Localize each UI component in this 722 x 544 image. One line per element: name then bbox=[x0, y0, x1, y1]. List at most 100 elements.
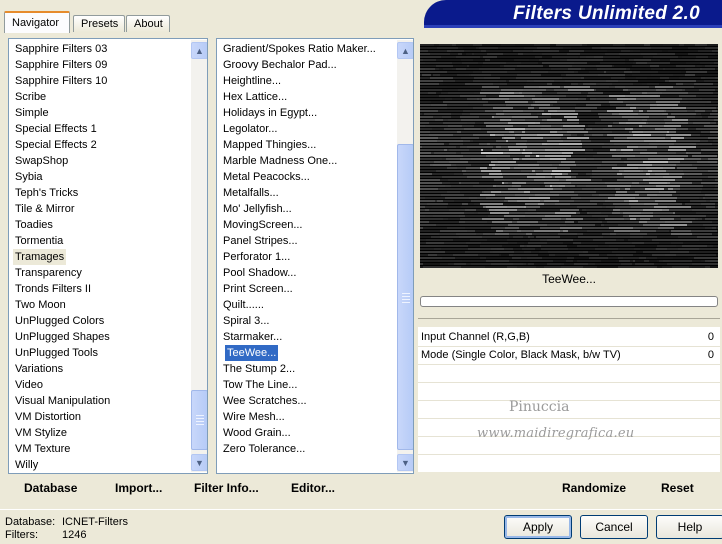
scanline-segment bbox=[420, 206, 425, 208]
filter-item[interactable]: Metal Peacocks... bbox=[223, 169, 310, 185]
filter-item[interactable]: Panel Stripes... bbox=[223, 233, 298, 249]
param-value[interactable]: 0 bbox=[708, 328, 714, 346]
category-item[interactable]: Tile & Mirror bbox=[15, 201, 74, 217]
category-item[interactable]: Sapphire Filters 03 bbox=[15, 41, 107, 57]
scroll-up-icon[interactable]: ▲ bbox=[191, 42, 207, 59]
tab-navigator[interactable]: Navigator bbox=[4, 11, 70, 33]
category-item[interactable]: VM Distortion bbox=[15, 409, 81, 425]
category-item[interactable]: Special Effects 2 bbox=[15, 137, 97, 153]
filter-item[interactable]: Tow The Line... bbox=[223, 377, 297, 393]
filter-info-button[interactable]: Filter Info... bbox=[194, 481, 259, 495]
category-item[interactable]: Special Effects 1 bbox=[15, 121, 97, 137]
scanline-segment bbox=[482, 236, 509, 238]
filter-item[interactable]: Spiral 3... bbox=[223, 313, 269, 329]
filter-item[interactable]: TeeWee... bbox=[225, 345, 279, 361]
filter-item[interactable]: MovingScreen... bbox=[223, 217, 302, 233]
scanline-segment bbox=[601, 164, 617, 166]
filter-item[interactable]: Perforator 1... bbox=[223, 249, 290, 265]
editor-button[interactable]: Editor... bbox=[291, 481, 335, 495]
scanline-segment bbox=[456, 56, 480, 58]
category-item[interactable]: Two Moon bbox=[15, 297, 66, 313]
filter-item[interactable]: Wee Scratches... bbox=[223, 393, 307, 409]
category-item[interactable]: Tormentia bbox=[15, 233, 63, 249]
scroll-down-icon[interactable]: ▼ bbox=[397, 454, 413, 471]
category-item[interactable]: Simple bbox=[15, 105, 49, 121]
scanline-segment bbox=[441, 248, 468, 250]
selected-filter-label: TeeWee... bbox=[542, 272, 596, 286]
category-item[interactable]: Sapphire Filters 09 bbox=[15, 57, 107, 73]
category-scrollbar[interactable]: ▲ ▼ bbox=[191, 40, 207, 472]
filter-item[interactable]: Groovy Bechalor Pad... bbox=[223, 57, 337, 73]
scanline-segment bbox=[478, 212, 490, 214]
cancel-button[interactable]: Cancel bbox=[580, 515, 648, 539]
scanline-segment bbox=[684, 44, 695, 46]
category-item[interactable]: UnPlugged Colors bbox=[15, 313, 104, 329]
database-button[interactable]: Database bbox=[24, 481, 77, 495]
filter-item[interactable]: Zero Tolerance... bbox=[223, 441, 305, 457]
scanline-segment bbox=[423, 266, 444, 268]
param-row[interactable]: Mode (Single Color, Black Mask, b/w TV) … bbox=[418, 346, 720, 365]
filter-item[interactable]: Print Screen... bbox=[223, 281, 293, 297]
category-item[interactable]: VM Stylize bbox=[15, 425, 67, 441]
category-item[interactable]: Variations bbox=[15, 361, 63, 377]
filter-item[interactable]: Hex Lattice... bbox=[223, 89, 287, 105]
param-value[interactable]: 0 bbox=[708, 346, 714, 364]
scanline-segment bbox=[526, 263, 528, 265]
scroll-up-icon[interactable]: ▲ bbox=[397, 42, 413, 59]
scanline-segment bbox=[515, 44, 534, 46]
filter-scrollbar[interactable]: ▲ ▼ bbox=[397, 40, 413, 472]
filter-item[interactable]: Heightline... bbox=[223, 73, 281, 89]
randomize-button[interactable]: Randomize bbox=[562, 481, 626, 495]
filter-item[interactable]: Starmaker... bbox=[223, 329, 282, 345]
filter-item[interactable]: Mapped Thingies... bbox=[223, 137, 316, 153]
scanline-segment bbox=[487, 239, 507, 241]
filter-item[interactable]: Marble Madness One... bbox=[223, 153, 337, 169]
reset-button[interactable]: Reset bbox=[661, 481, 694, 495]
filter-item[interactable]: Legolator... bbox=[223, 121, 277, 137]
scanline-segment bbox=[500, 113, 504, 115]
category-item[interactable]: Tramages bbox=[13, 249, 67, 265]
category-item[interactable]: Tronds Filters II bbox=[15, 281, 91, 297]
param-row[interactable]: Input Channel (R,G,B) 0 bbox=[418, 328, 720, 347]
category-item[interactable]: Willy bbox=[15, 457, 38, 473]
scanline-segment bbox=[548, 71, 564, 73]
category-item[interactable]: Sybia bbox=[15, 169, 43, 185]
filter-list[interactable]: Gradient/Spokes Ratio Maker... Groovy Bec… bbox=[216, 38, 414, 474]
category-list[interactable]: Sapphire Filters 03 Sapphire Filters 09 Sa… bbox=[8, 38, 208, 474]
filter-item[interactable]: Gradient/Spokes Ratio Maker... bbox=[223, 41, 376, 57]
category-item[interactable]: VM Texture bbox=[15, 441, 70, 457]
filter-item[interactable]: Quilt...... bbox=[223, 297, 264, 313]
category-item[interactable]: Transparency bbox=[15, 265, 82, 281]
filter-item[interactable]: Holidays in Egypt... bbox=[223, 105, 317, 121]
category-item[interactable]: Sapphire Filters 10 bbox=[15, 73, 107, 89]
filter-item[interactable]: The Stump 2... bbox=[223, 361, 295, 377]
scanline-segment bbox=[529, 197, 550, 199]
filter-item[interactable]: Wire Mesh... bbox=[223, 409, 285, 425]
tab-about[interactable]: About bbox=[126, 15, 170, 32]
tab-presets[interactable]: Presets bbox=[73, 15, 125, 32]
filter-item[interactable]: Pool Shadow... bbox=[223, 265, 296, 281]
category-item[interactable]: Teph's Tricks bbox=[15, 185, 78, 201]
scanline-segment bbox=[605, 242, 632, 244]
filter-item[interactable]: Metalfalls... bbox=[223, 185, 279, 201]
category-item[interactable]: SwapShop bbox=[15, 153, 68, 169]
import-button[interactable]: Import... bbox=[115, 481, 162, 495]
filter-item[interactable]: Wood Grain... bbox=[223, 425, 291, 441]
category-item[interactable]: Video bbox=[15, 377, 43, 393]
category-item[interactable]: UnPlugged Tools bbox=[15, 345, 98, 361]
filter-item[interactable]: Mo' Jellyfish... bbox=[223, 201, 292, 217]
category-item[interactable]: Scribe bbox=[15, 89, 46, 105]
scroll-thumb[interactable] bbox=[191, 390, 207, 450]
category-item[interactable]: Toadies bbox=[15, 217, 53, 233]
category-item[interactable]: Visual Manipulation bbox=[15, 393, 110, 409]
scroll-down-icon[interactable]: ▼ bbox=[191, 454, 207, 471]
scanline-segment bbox=[523, 110, 544, 112]
scroll-thumb[interactable] bbox=[397, 144, 413, 450]
scanline-segment bbox=[579, 209, 582, 211]
scanline-segment bbox=[473, 44, 482, 46]
scanline-segment bbox=[582, 146, 602, 148]
category-item[interactable]: UnPlugged Shapes bbox=[15, 329, 110, 345]
scanline-segment bbox=[508, 140, 527, 142]
help-button[interactable]: Help bbox=[656, 515, 722, 539]
apply-button[interactable]: Apply bbox=[504, 515, 572, 539]
